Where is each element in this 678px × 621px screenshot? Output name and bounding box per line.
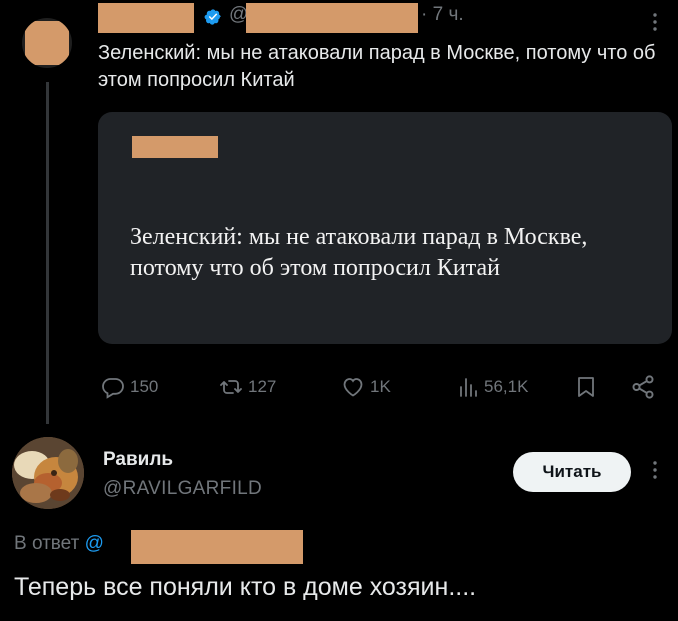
- author-avatar[interactable]: [22, 18, 72, 68]
- like-count: 1K: [370, 377, 391, 396]
- reply-text: Теперь все поняли кто в доме хозяин....: [14, 573, 477, 601]
- follow-button[interactable]: Читать: [513, 452, 631, 492]
- reply-author-name[interactable]: Равиль: [103, 449, 173, 471]
- bookmark-icon: [578, 377, 594, 397]
- replying-to-mention-prefix[interactable]: @: [85, 533, 104, 554]
- share-icon: [632, 375, 654, 399]
- reply-count: 150: [130, 377, 159, 396]
- bookmark-action[interactable]: [574, 372, 602, 402]
- card-text: Зеленский: мы не атаковали парад в Москв…: [130, 224, 588, 281]
- views-count: 56,1K: [484, 377, 529, 396]
- tweet-text: Зеленский: мы не атаковали парад в Москв…: [98, 42, 656, 91]
- avatar-photo: [12, 437, 84, 509]
- repost-icon: [220, 380, 242, 394]
- redacted-mentioned-handle[interactable]: [131, 530, 303, 564]
- tweet-actions: 150 127 1K 56,1K: [100, 372, 670, 402]
- redacted-author-handle[interactable]: [246, 3, 418, 33]
- repost-action[interactable]: 127: [218, 372, 276, 402]
- reply-author-avatar[interactable]: [12, 437, 84, 509]
- reply-action[interactable]: 150: [100, 372, 158, 402]
- tweet-time[interactable]: · 7 ч.: [421, 4, 464, 26]
- more-options-icon[interactable]: [648, 10, 662, 34]
- redacted-author-name[interactable]: [98, 3, 194, 33]
- replying-to-label: В ответ: [14, 533, 80, 554]
- like-action[interactable]: 1K: [340, 372, 391, 402]
- verified-badge-icon: [204, 9, 221, 25]
- reply-author-handle[interactable]: @RAVILGARFILD: [103, 478, 262, 500]
- repost-count: 127: [248, 377, 277, 396]
- thread-line: [46, 82, 49, 424]
- tweet-media-card[interactable]: Зеленский: мы не атаковали парад в Москв…: [98, 112, 672, 344]
- replying-to: В ответ @: [14, 533, 104, 555]
- views-chart-icon: [460, 378, 477, 397]
- redacted-avatar: [25, 21, 69, 65]
- reply-icon: [102, 378, 124, 399]
- views-action[interactable]: 56,1K: [456, 372, 528, 402]
- reply-more-options-icon[interactable]: [648, 458, 662, 482]
- like-heart-icon: [343, 378, 363, 397]
- redacted-card-logo: [132, 136, 218, 158]
- share-action[interactable]: [630, 372, 660, 402]
